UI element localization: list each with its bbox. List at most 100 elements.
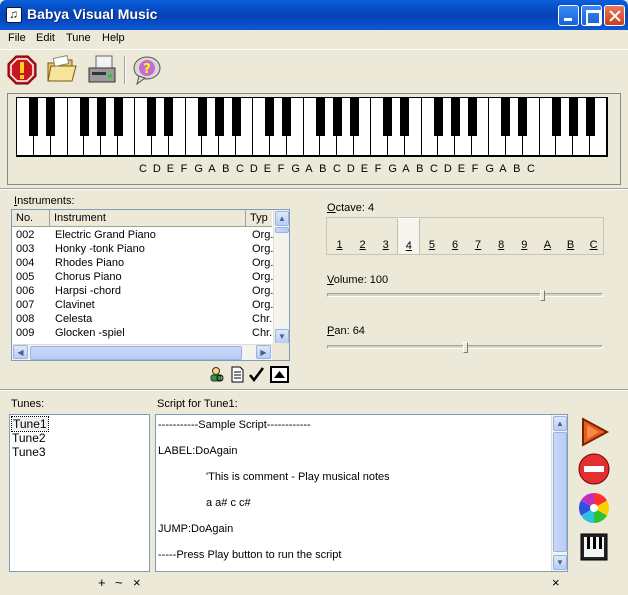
piano-icon[interactable] xyxy=(577,530,611,564)
black-key[interactable] xyxy=(585,98,595,136)
volume-slider-track[interactable] xyxy=(327,293,603,297)
black-key[interactable] xyxy=(282,98,292,136)
scroll-up-arrow[interactable]: ▲ xyxy=(553,416,567,431)
delete-tune-button[interactable]: × xyxy=(133,575,141,590)
black-key[interactable] xyxy=(46,98,56,136)
black-key[interactable] xyxy=(450,98,460,136)
octave-option[interactable]: 4 xyxy=(397,218,421,255)
scroll-down-arrow[interactable]: ▼ xyxy=(553,555,567,570)
black-key[interactable] xyxy=(231,98,241,136)
black-key[interactable] xyxy=(214,98,224,136)
scroll-thumb[interactable] xyxy=(275,227,289,233)
horizontal-scroll-thumb[interactable] xyxy=(30,346,242,360)
octave-option[interactable]: A xyxy=(536,218,559,255)
tune-item[interactable]: Tune1 xyxy=(11,416,49,432)
octave-option[interactable]: 5 xyxy=(420,218,443,255)
document-icon[interactable] xyxy=(229,366,246,383)
black-key[interactable] xyxy=(113,98,123,136)
add-tune-button[interactable]: + xyxy=(98,575,106,590)
script-vertical-scrollbar[interactable]: ▲ ▼ xyxy=(551,415,567,571)
instrument-row[interactable]: 007 Clavinet Org. xyxy=(12,299,273,313)
black-key[interactable] xyxy=(29,98,39,136)
volume-slider-thumb[interactable] xyxy=(539,290,545,301)
scroll-up-arrow[interactable]: ▲ xyxy=(275,211,289,226)
black-key[interactable] xyxy=(96,98,106,136)
octave-option[interactable]: 9 xyxy=(513,218,536,255)
instrument-vertical-scrollbar[interactable]: ▲ ▼ xyxy=(273,210,289,345)
folder-icon[interactable] xyxy=(46,54,78,86)
octave-option[interactable]: 8 xyxy=(490,218,513,255)
instrument-horizontal-scrollbar[interactable]: ◀ ▶ xyxy=(12,344,273,360)
instrument-list[interactable]: No. Instrument Typ 002 Electric Grand Pia… xyxy=(11,209,290,361)
instrument-row[interactable]: 004 Rhodes Piano Org. xyxy=(12,257,273,271)
instrument-row[interactable]: 008 Celesta Chr. xyxy=(12,313,272,327)
menu-tune[interactable]: Tune xyxy=(66,32,91,44)
scroll-thumb[interactable] xyxy=(553,432,567,552)
black-key[interactable] xyxy=(147,98,157,136)
octave-option[interactable]: 1 xyxy=(328,218,351,255)
tunes-list[interactable]: Tune1 Tune2 Tune3 xyxy=(9,414,150,572)
black-key[interactable] xyxy=(197,98,207,136)
black-key[interactable] xyxy=(164,98,174,136)
black-key[interactable] xyxy=(467,98,477,136)
octave-option[interactable]: C xyxy=(582,218,605,255)
instrument-row[interactable]: 002 Electric Grand Piano Org. xyxy=(12,229,273,243)
menu-edit[interactable]: Edit xyxy=(36,32,55,44)
stop-icon[interactable] xyxy=(577,452,611,486)
tune-item[interactable]: Tune2 xyxy=(12,431,46,445)
black-key[interactable] xyxy=(315,98,325,136)
piano-keyboard[interactable] xyxy=(16,97,608,157)
maximize-button[interactable] xyxy=(581,5,602,26)
octave-option-label: B xyxy=(566,239,575,251)
black-key[interactable] xyxy=(349,98,359,136)
octave-option[interactable]: 2 xyxy=(351,218,374,255)
save-drive-icon[interactable] xyxy=(86,54,118,86)
column-header-type[interactable]: Typ xyxy=(246,210,276,227)
find-user-icon[interactable] xyxy=(208,366,225,383)
script-editor[interactable]: -----------Sample Script------------ LABE… xyxy=(155,414,568,572)
scroll-left-arrow[interactable]: ◀ xyxy=(13,345,28,359)
octave-option[interactable]: 6 xyxy=(444,218,467,255)
octave-option-label: 9 xyxy=(521,239,528,251)
scroll-right-arrow[interactable]: ▶ xyxy=(256,345,271,359)
instrument-row[interactable]: 009 Glocken -spiel Chr. xyxy=(12,327,272,341)
octave-option[interactable]: 3 xyxy=(374,218,397,255)
octave-option-label: 7 xyxy=(475,239,482,251)
rename-tune-button[interactable]: ~ xyxy=(115,575,123,590)
octave-option[interactable]: B xyxy=(559,218,582,255)
menu-help[interactable]: Help xyxy=(102,32,125,44)
play-icon[interactable] xyxy=(577,415,611,449)
note-label: C xyxy=(333,163,341,175)
note-label: E xyxy=(360,163,369,175)
instrument-row[interactable]: 006 Harpsi -chord Org. xyxy=(12,285,273,299)
instrument-row[interactable]: 005 Chorus Piano Org. xyxy=(12,271,273,285)
column-header-instrument[interactable]: Instrument xyxy=(50,210,246,227)
color-wheel-icon[interactable] xyxy=(577,491,611,525)
black-key[interactable] xyxy=(551,98,561,136)
pan-slider-thumb[interactable] xyxy=(463,342,469,353)
black-key[interactable] xyxy=(400,98,410,136)
menu-file[interactable]: File xyxy=(8,32,26,44)
octave-option[interactable]: 7 xyxy=(467,218,490,255)
close-button[interactable] xyxy=(604,5,625,26)
tune-item[interactable]: Tune3 xyxy=(12,445,46,459)
black-key[interactable] xyxy=(332,98,342,136)
note-label: G xyxy=(291,163,300,175)
instrument-row[interactable]: 003 Honky -tonk Piano Org. xyxy=(12,243,273,257)
black-key[interactable] xyxy=(433,98,443,136)
black-key[interactable] xyxy=(383,98,393,136)
scroll-down-arrow[interactable]: ▼ xyxy=(275,329,289,344)
black-key[interactable] xyxy=(501,98,511,136)
checkmark-icon[interactable] xyxy=(248,366,265,383)
black-key[interactable] xyxy=(79,98,89,136)
stop-sign-icon[interactable] xyxy=(6,54,38,86)
instrument-no: 009 xyxy=(16,327,35,339)
column-header-no[interactable]: No. xyxy=(12,210,50,227)
black-key[interactable] xyxy=(568,98,578,136)
clear-script-button[interactable]: × xyxy=(552,575,560,590)
black-key[interactable] xyxy=(265,98,275,136)
collapse-up-icon[interactable] xyxy=(270,366,289,383)
black-key[interactable] xyxy=(518,98,528,136)
minimize-button[interactable] xyxy=(558,5,579,26)
help-bubble-icon[interactable]: ? xyxy=(131,54,163,86)
